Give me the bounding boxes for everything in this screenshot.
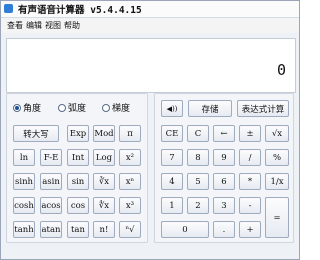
mode-radian-label: 弧度 [68,104,87,114]
digit-1-button[interactable]: 1 [161,197,183,214]
app-icon [4,4,13,13]
fe-button[interactable]: F-E [40,149,62,166]
angle-mode-group: 角度 弧度 梯度 [13,101,143,117]
digit-5-button[interactable]: 5 [187,173,209,190]
digit-6-button[interactable]: 6 [213,173,235,190]
mode-gradian-label: 梯度 [112,104,131,114]
pi-button[interactable]: π [119,125,141,142]
calculator-window: 有声语音计算器 v5.4.4.15 查看 编辑 视图 帮助 0 角度 弧度 梯度… [0,0,300,260]
backspace-button[interactable]: ← [213,125,235,142]
cosh-button[interactable]: cosh [13,197,35,214]
sin-button[interactable]: sin [67,173,89,190]
clear-button[interactable]: C [187,125,209,142]
result-display: 0 [6,38,296,93]
equals-button[interactable]: = [265,197,289,238]
store-button[interactable]: 存储 [188,100,232,117]
window-title: 有声语音计算器 v5.4.4.15 [18,5,142,16]
menu-help[interactable]: 帮助 [64,20,80,31]
digit-8-button[interactable]: 8 [187,149,209,166]
mode-degree-label: 角度 [23,104,42,114]
standard-panel: ◀)) 存储 表达式计算 CE C ← ± √x 7 8 9 / % 4 5 6… [154,93,294,243]
radio-icon [58,103,66,112]
status-bar [1,249,299,259]
to-uppercase-button[interactable]: 转大写 [13,125,59,142]
menu-view[interactable]: 查看 [7,20,23,31]
mode-gradian[interactable]: 梯度 [102,101,130,114]
mode-degree[interactable]: 角度 [13,101,41,114]
menu-display[interactable]: 视图 [45,20,61,31]
menu-bar: 查看 编辑 视图 帮助 [1,18,299,33]
menu-edit[interactable]: 编辑 [26,20,42,31]
acos-button[interactable]: acos [40,197,62,214]
title-bar: 有声语音计算器 v5.4.4.15 [1,1,299,18]
percent-button[interactable]: % [265,149,289,166]
sign-toggle-button[interactable]: ± [239,125,261,142]
mod-button[interactable]: Mod [93,125,115,142]
digit-2-button[interactable]: 2 [187,197,209,214]
atan-button[interactable]: atan [40,221,62,238]
cos-button[interactable]: cos [67,197,89,214]
exp-button[interactable]: Exp [67,125,89,142]
add-button[interactable]: + [239,221,261,238]
power-button[interactable]: xⁿ [119,173,141,190]
sqrt-button[interactable]: √x [265,125,289,142]
ce-button[interactable]: CE [161,125,183,142]
scientific-panel: 角度 弧度 梯度 转大写 Exp Mod π ln F-E Int Log x²… [6,93,148,243]
mode-radian[interactable]: 弧度 [58,101,86,114]
reciprocal-button[interactable]: 1/x [265,173,289,190]
log-button[interactable]: Log [93,149,115,166]
decimal-button[interactable]: . [213,221,235,238]
expression-calc-button[interactable]: 表达式计算 [237,100,289,117]
radio-icon [102,103,110,112]
square-button[interactable]: x² [119,149,141,166]
factorial-button[interactable]: n! [93,221,115,238]
digit-0-button[interactable]: 0 [161,221,209,238]
cube-button[interactable]: x³ [119,197,141,214]
digit-7-button[interactable]: 7 [161,149,183,166]
fourth-root-button[interactable]: ∜x [93,197,115,214]
display-value: 0 [276,61,286,79]
int-button[interactable]: Int [67,149,89,166]
speaker-button[interactable]: ◀)) [161,100,183,117]
radio-selected-icon [13,103,21,112]
multiply-button[interactable]: * [239,173,261,190]
digit-9-button[interactable]: 9 [213,149,235,166]
tan-button[interactable]: tan [67,221,89,238]
sinh-button[interactable]: sinh [13,173,35,190]
divide-button[interactable]: / [239,149,261,166]
subtract-button[interactable]: - [239,197,261,214]
asin-button[interactable]: asin [40,173,62,190]
tanh-button[interactable]: tanh [13,221,35,238]
ln-button[interactable]: ln [13,149,35,166]
speaker-icon: ◀)) [166,104,178,113]
digit-4-button[interactable]: 4 [161,173,183,190]
nth-root-button[interactable]: ⁿ√ [119,221,141,238]
digit-3-button[interactable]: 3 [213,197,235,214]
cube-root-button[interactable]: ∛x [93,173,115,190]
